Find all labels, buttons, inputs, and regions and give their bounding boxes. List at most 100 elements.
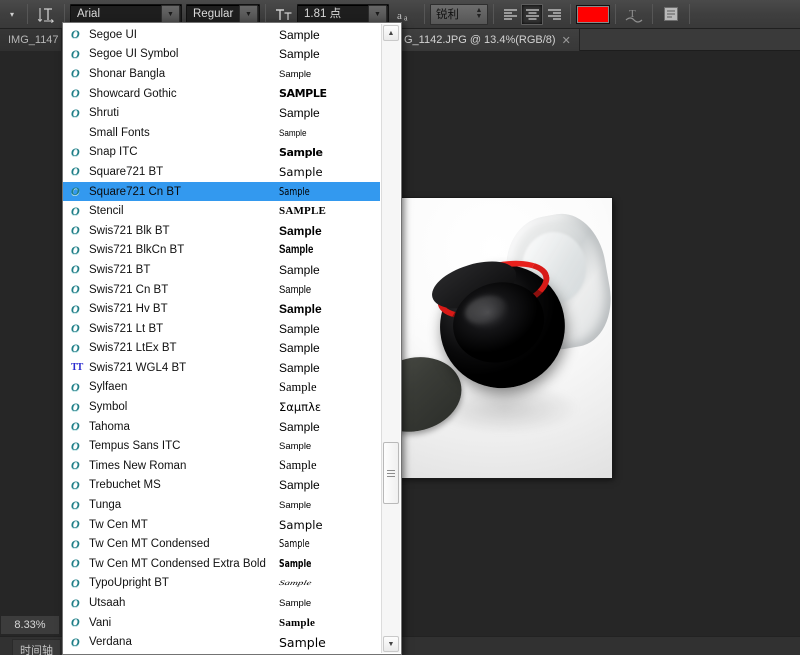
font-sample-text: Sample	[279, 262, 320, 277]
font-list-item[interactable]: O Segoe UI Symbol Sample	[63, 45, 380, 65]
font-name: Utsaah	[89, 597, 126, 610]
font-list-item[interactable]: O Showcard Gothic SAMPLE	[63, 84, 380, 104]
anti-alias-combo[interactable]: 锐利 ▲ ▼	[430, 3, 488, 25]
font-name: Trebuchet MS	[89, 479, 161, 492]
font-list-item[interactable]: O Vani Sample	[63, 613, 380, 633]
opentype-font-icon: O	[71, 438, 80, 453]
font-list-item[interactable]: O Symbol Σαμπλε	[63, 397, 380, 417]
font-name: Swis721 BT	[89, 263, 151, 276]
font-name: Tempus Sans ITC	[89, 440, 181, 453]
character-panel-icon[interactable]	[658, 3, 684, 25]
font-list-item[interactable]: O Tahoma Sample	[63, 417, 380, 437]
font-list[interactable]: O Segoe UI Sample O Segoe UI Symbol Sample O Sh…	[63, 25, 380, 652]
tool-preset-arrow-icon[interactable]: ▾	[2, 4, 22, 24]
font-sample-text: Sample	[279, 185, 310, 198]
font-sample: Sample	[279, 106, 380, 120]
font-sample-text: Sample	[279, 538, 310, 551]
chevron-down-icon[interactable]: ▼	[161, 4, 180, 24]
scrollbar-thumb[interactable]	[383, 442, 399, 504]
font-sample: Sample	[279, 617, 380, 629]
font-sample-text: Sample	[279, 27, 320, 42]
opentype-font-icon: O	[71, 458, 80, 473]
font-sample: Sample	[278, 577, 380, 589]
chevron-down-icon[interactable]: ▼	[239, 4, 258, 24]
font-sample: Sample	[279, 284, 380, 296]
opentype-font-icon: O	[71, 46, 80, 61]
text-color-swatch[interactable]	[576, 4, 610, 24]
opentype-font-icon: O	[71, 536, 80, 551]
close-icon[interactable]: ✕	[562, 34, 571, 47]
font-name: Shonar Bangla	[89, 67, 166, 80]
font-list-item[interactable]: O Stencil SAMPLE	[63, 201, 380, 221]
font-list-item[interactable]: O Shonar Bangla Sample	[63, 64, 380, 84]
font-list-item[interactable]: O Tempus Sans ITC Sample	[63, 436, 380, 456]
font-list-item[interactable]: O Snap ITC Sample	[63, 143, 380, 163]
font-list-item[interactable]: O Tunga Sample	[63, 495, 380, 515]
font-sample: Sample	[279, 361, 380, 375]
font-list-item[interactable]: O Segoe UI Sample	[63, 25, 380, 45]
toolbar-separator	[64, 4, 65, 24]
font-name: Symbol	[89, 401, 128, 414]
font-sample-text: Sample	[279, 441, 312, 453]
text-orientation-icon[interactable]	[33, 3, 59, 25]
font-list-item[interactable]: O Swis721 Hv BT Sample	[63, 299, 380, 319]
font-family-dropdown[interactable]: O Segoe UI Sample O Segoe UI Symbol Sample O Sh…	[62, 22, 402, 655]
font-list-scrollbar[interactable]: ▲ ▼	[381, 24, 400, 653]
grip-icon	[387, 468, 395, 479]
font-sample: Σαμπλε	[279, 400, 380, 414]
font-name: Swis721 BlkCn BT	[89, 244, 185, 257]
align-right-button[interactable]	[543, 4, 565, 25]
font-name: Tw Cen MT	[89, 518, 148, 531]
spinner-icon[interactable]: ▲ ▼	[474, 7, 487, 20]
font-list-item[interactable]: O Shruti Sample	[63, 103, 380, 123]
font-sample: Sample	[279, 440, 380, 452]
font-list-item[interactable]: O TypoUpright BT Sample	[63, 574, 380, 594]
font-sample: Sample	[279, 341, 380, 355]
font-sample: Sample	[279, 538, 380, 550]
opentype-font-icon: O	[71, 203, 80, 218]
font-list-item[interactable]: O Swis721 LtEx BT Sample	[63, 339, 380, 359]
product-photo	[397, 198, 612, 478]
font-sample-text: Sample	[279, 223, 322, 238]
font-list-item[interactable]: O Sylfaen Sample	[63, 378, 380, 398]
opentype-font-icon: O	[71, 223, 80, 238]
font-list-item[interactable]: O Swis721 BT Sample	[63, 260, 380, 280]
font-list-item[interactable]: O Trebuchet MS Sample	[63, 476, 380, 496]
font-sample: Sample	[279, 263, 380, 277]
opentype-font-icon: O	[71, 595, 80, 610]
chevron-down-icon[interactable]: ▼	[368, 4, 387, 24]
font-list-item[interactable]: O Utsaah Sample	[63, 593, 380, 613]
opentype-font-icon: O	[71, 634, 80, 649]
font-list-item[interactable]: TT Swis721 WGL4 BT Sample	[63, 358, 380, 378]
font-name: Segoe UI	[89, 28, 137, 41]
opentype-font-icon: O	[71, 556, 80, 571]
align-center-button[interactable]	[521, 3, 543, 25]
font-list-item[interactable]: O Swis721 Cn BT Sample	[63, 280, 380, 300]
zoom-level-field[interactable]: 8.33%	[0, 615, 60, 635]
font-sample: Sample	[279, 380, 380, 395]
font-list-item[interactable]: O Swis721 BlkCn BT Sample	[63, 241, 380, 261]
font-sample-text: Sample	[279, 341, 320, 356]
timeline-panel-tab[interactable]: 时间轴	[12, 639, 61, 655]
font-sample-text: Sample	[279, 127, 307, 138]
font-list-item[interactable]: O Square721 BT Sample	[63, 162, 380, 182]
font-list-item[interactable]: O Times New Roman Sample	[63, 456, 380, 476]
document-tab-img1147[interactable]: IMG_1147	[0, 29, 62, 51]
font-list-item[interactable]: O Swis721 Blk BT Sample	[63, 221, 380, 241]
scroll-up-arrow-icon[interactable]: ▲	[383, 25, 399, 41]
align-left-button[interactable]	[499, 4, 521, 25]
font-list-item[interactable]: Small Fonts Sample	[63, 123, 380, 143]
document-canvas[interactable]	[397, 198, 612, 478]
svg-text:a: a	[397, 10, 402, 22]
scroll-down-arrow-icon[interactable]: ▼	[383, 636, 399, 652]
font-sample: Sample	[279, 597, 380, 609]
document-tab-img1142[interactable]: G_1142.JPG @ 13.4%(RGB/8) ✕	[396, 29, 580, 51]
font-list-item[interactable]: O Square721 Cn BT Sample	[63, 181, 380, 202]
font-list-item[interactable]: O Tw Cen MT Condensed Sample	[63, 534, 380, 554]
font-list-item[interactable]: O Tw Cen MT Condensed Extra Bold Sample	[63, 554, 380, 574]
font-list-item[interactable]: O Verdana Sample	[63, 632, 380, 652]
warp-text-icon[interactable]: T	[621, 3, 647, 25]
font-list-item[interactable]: O Swis721 Lt BT Sample	[63, 319, 380, 339]
font-name: Shruti	[89, 107, 120, 120]
font-list-item[interactable]: O Tw Cen MT Sample	[63, 515, 380, 535]
